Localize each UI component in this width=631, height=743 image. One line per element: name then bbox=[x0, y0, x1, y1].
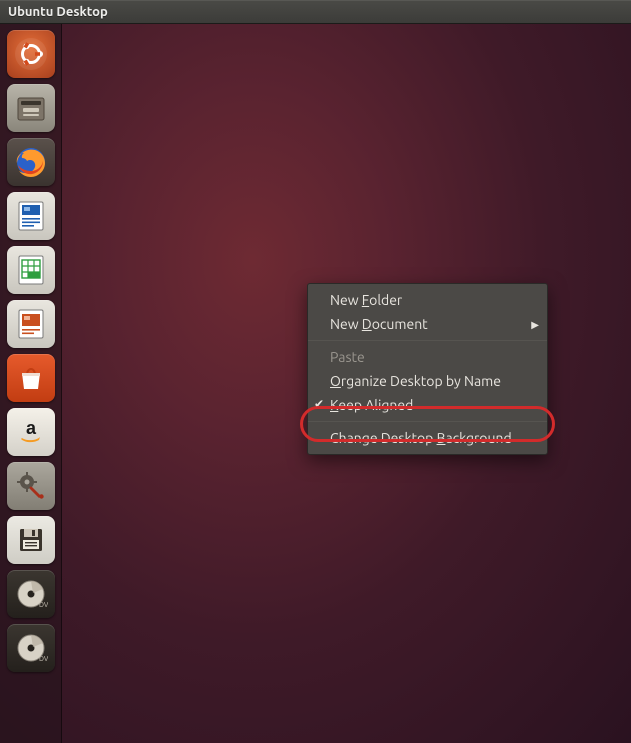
impress-icon bbox=[14, 307, 48, 341]
ubuntu-logo-icon bbox=[14, 37, 48, 71]
launcher-files[interactable] bbox=[7, 84, 55, 132]
launcher-libreoffice-calc[interactable] bbox=[7, 246, 55, 294]
floppy-icon bbox=[15, 524, 47, 556]
unity-launcher: a DVD bbox=[0, 24, 62, 743]
svg-text:DVD: DVD bbox=[39, 601, 48, 609]
cm-item-label: Keep Aligned bbox=[330, 397, 413, 413]
firefox-icon bbox=[12, 143, 50, 181]
cm-new-folder[interactable]: New Folder bbox=[308, 288, 547, 312]
cm-item-label: New Document bbox=[330, 316, 428, 332]
cm-item-label: Change Desktop Background bbox=[330, 430, 512, 446]
cm-item-label: New Folder bbox=[330, 292, 402, 308]
cm-change-desktop-background[interactable]: Change Desktop Background bbox=[308, 426, 547, 450]
disc-icon: DVD bbox=[14, 577, 48, 611]
cm-item-label: Organize Desktop by Name bbox=[330, 373, 501, 389]
disc-icon: DVD bbox=[14, 631, 48, 665]
launcher-dash-home[interactable] bbox=[7, 30, 55, 78]
cm-paste: Paste bbox=[308, 345, 547, 369]
desktop-context-menu: New Folder New Document ▶ Paste Organize… bbox=[307, 283, 548, 455]
cm-separator bbox=[308, 340, 547, 341]
submenu-arrow-icon: ▶ bbox=[531, 319, 539, 331]
svg-text:a: a bbox=[25, 418, 36, 438]
top-panel-title: Ubuntu Desktop bbox=[8, 5, 108, 19]
launcher-firefox[interactable] bbox=[7, 138, 55, 186]
launcher-disc-2[interactable]: DVD bbox=[7, 624, 55, 672]
svg-text:DVD: DVD bbox=[39, 655, 48, 663]
file-manager-icon bbox=[13, 90, 49, 126]
gear-wrench-icon bbox=[14, 469, 48, 503]
shopping-bag-icon bbox=[15, 362, 47, 394]
check-icon: ✔ bbox=[314, 397, 324, 411]
launcher-system-settings[interactable] bbox=[7, 462, 55, 510]
writer-icon bbox=[14, 199, 48, 233]
launcher-amazon[interactable]: a bbox=[7, 408, 55, 456]
top-panel: Ubuntu Desktop bbox=[0, 0, 631, 24]
cm-new-document[interactable]: New Document ▶ bbox=[308, 312, 547, 336]
cm-organize-by-name[interactable]: Organize Desktop by Name bbox=[308, 369, 547, 393]
launcher-floppy[interactable] bbox=[7, 516, 55, 564]
launcher-disc-1[interactable]: DVD bbox=[7, 570, 55, 618]
cm-item-label: Paste bbox=[330, 349, 365, 365]
calc-icon bbox=[14, 253, 48, 287]
launcher-libreoffice-impress[interactable] bbox=[7, 300, 55, 348]
launcher-ubuntu-software-center[interactable] bbox=[7, 354, 55, 402]
cm-keep-aligned[interactable]: ✔ Keep Aligned bbox=[308, 393, 547, 417]
launcher-libreoffice-writer[interactable] bbox=[7, 192, 55, 240]
cm-separator bbox=[308, 421, 547, 422]
amazon-icon: a bbox=[14, 415, 48, 449]
